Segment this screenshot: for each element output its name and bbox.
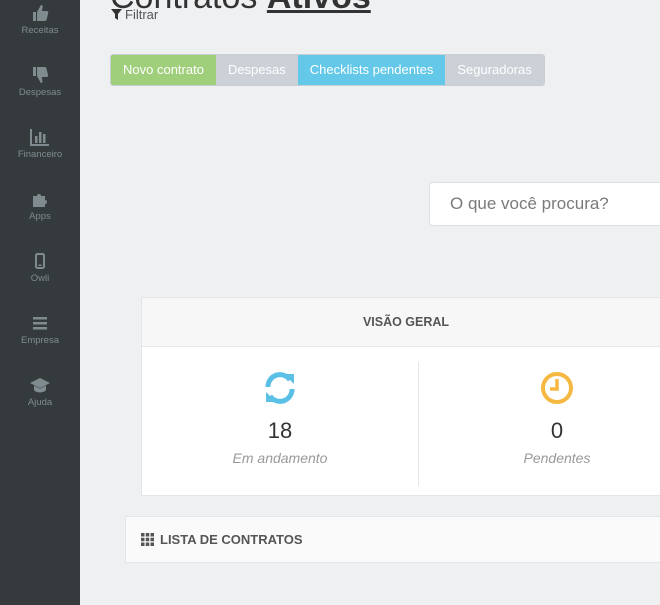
sidebar-item-receitas[interactable]: Receitas	[0, 4, 80, 36]
sidebar-item-owli[interactable]: Owli	[0, 252, 80, 284]
puzzle-icon	[33, 194, 47, 207]
sidebar-item-label: Empresa	[20, 335, 59, 346]
thumbs-down-icon	[33, 67, 49, 83]
filter-toggle[interactable]: Filtrar	[111, 7, 158, 22]
contracts-list-title: LISTA DE CONTRATOS	[160, 532, 303, 547]
stat-in-progress[interactable]: 18 Em andamento	[142, 346, 418, 496]
insurers-button[interactable]: Seguradoras	[445, 55, 544, 85]
pending-checklists-button[interactable]: Checklists pendentes	[297, 55, 446, 85]
sidebar-item-ajuda[interactable]: Ajuda	[0, 376, 80, 408]
sidebar-item-label: Apps	[29, 211, 51, 222]
toolbar-button-group: Novo contrato Despesas Checklists penden…	[110, 54, 545, 86]
stat-label: Em andamento	[232, 450, 328, 466]
mobile-icon	[35, 253, 45, 269]
clock-icon	[541, 372, 573, 404]
sidebar: Receitas Despesas Financeiro Apps Owli E…	[0, 0, 80, 605]
stat-value: 18	[267, 418, 293, 443]
graduation-cap-icon	[30, 378, 50, 393]
bar-chart-icon	[30, 129, 49, 146]
sidebar-item-label: Despesas	[18, 87, 62, 98]
filter-icon	[111, 9, 122, 20]
overview-panel: VISÃO GERAL 18 Em andamento 0 Pendentes	[141, 297, 660, 496]
sidebar-item-label: Owli	[30, 273, 50, 284]
sidebar-item-despesas[interactable]: Despesas	[0, 66, 80, 98]
sidebar-item-label: Receitas	[21, 25, 59, 36]
sidebar-item-label: Ajuda	[27, 397, 53, 408]
page-title-accent[interactable]: Ativos	[267, 0, 371, 16]
overview-title: VISÃO GERAL	[142, 298, 660, 347]
stat-value: 0	[550, 418, 564, 443]
sidebar-item-apps[interactable]: Apps	[0, 190, 80, 222]
grid-icon	[141, 533, 154, 546]
sidebar-item-empresa[interactable]: Empresa	[0, 314, 80, 346]
contracts-list-header[interactable]: LISTA DE CONTRATOS	[125, 516, 660, 563]
expenses-button[interactable]: Despesas	[215, 55, 298, 85]
thumbs-up-icon	[33, 5, 49, 21]
sidebar-item-financeiro[interactable]: Financeiro	[0, 128, 80, 160]
stat-label: Pendentes	[523, 450, 591, 466]
stat-pending[interactable]: 0 Pendentes	[419, 346, 660, 496]
search-input[interactable]	[429, 182, 660, 226]
refresh-icon	[265, 372, 295, 404]
new-contract-button[interactable]: Novo contrato	[111, 55, 216, 85]
bars-icon	[33, 317, 47, 330]
filter-label: Filtrar	[125, 7, 159, 22]
sidebar-item-label: Financeiro	[17, 149, 63, 160]
